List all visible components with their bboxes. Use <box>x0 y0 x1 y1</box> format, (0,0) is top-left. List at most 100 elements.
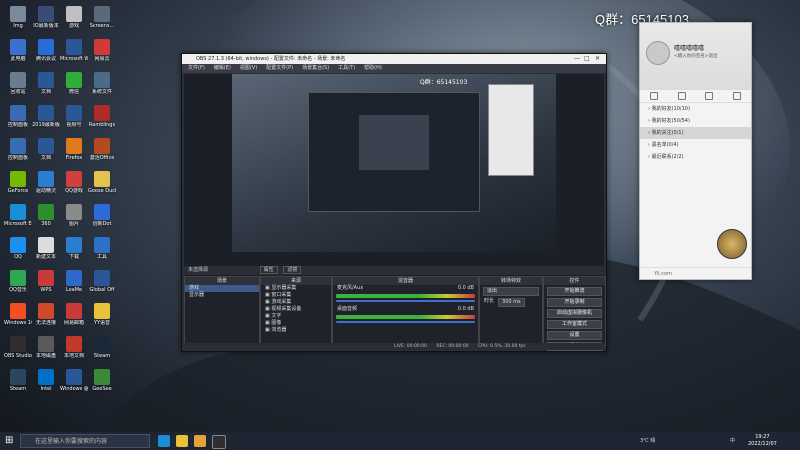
desktop-icon[interactable]: Steam <box>88 336 116 359</box>
desktop-icon[interactable]: 新建文本 <box>32 237 60 260</box>
desktop-icon[interactable]: 文档 <box>32 138 60 161</box>
qq-bottom-bar[interactable]: Yii.com <box>640 267 751 279</box>
qq-friend-group[interactable]: › 我的好友(10/10) <box>640 103 751 115</box>
desktop-icon[interactable]: 网易邮箱 <box>60 303 88 326</box>
desktop-icon[interactable]: 游戏 <box>60 6 88 29</box>
taskbar-search-input[interactable]: 在这里输入你要搜索的内容 <box>20 434 150 448</box>
transition-select[interactable]: 淡出 <box>483 287 539 296</box>
desktop-icon[interactable]: Intel <box>32 369 60 392</box>
desktop-icon[interactable]: LoaMe <box>60 270 88 293</box>
source-item[interactable]: ▣ 图像 <box>261 320 331 327</box>
volume-slider[interactable] <box>336 321 475 323</box>
contacts-tab-icon[interactable] <box>677 92 686 100</box>
desktop-icon[interactable]: 驱动精灵 <box>32 171 60 194</box>
volume-slider[interactable] <box>336 300 475 302</box>
desktop-icon[interactable]: Steam <box>4 369 32 392</box>
obs-menu-item[interactable]: 配置文件(P) <box>266 65 293 71</box>
desktop-icon[interactable]: 下载 <box>60 237 88 260</box>
source-item[interactable]: ▣ 显示器采集 <box>261 285 331 292</box>
source-item[interactable]: ▣ 浏览器 <box>261 327 331 334</box>
control-button[interactable]: 开始录制 <box>547 298 602 307</box>
obs-window[interactable]: OBS 27.1.3 (64-bit, windows) - 配置文件: 未命名… <box>181 53 607 352</box>
qq-friend-group[interactable]: › 我的好友(50/54) <box>640 115 751 127</box>
desktop-icon[interactable]: Microsoft Word <box>60 39 88 62</box>
desktop-icon[interactable]: Goose Duck <box>88 171 116 194</box>
desktop-icon[interactable]: 控制面板 <box>4 138 32 161</box>
desktop-icon[interactable]: GeeSee <box>88 369 116 392</box>
desktop-icon[interactable]: GeForce <box>4 171 32 194</box>
desktop-icon[interactable]: 360 <box>32 204 60 227</box>
desktop-icon[interactable]: Microsoft Edge <box>4 204 32 227</box>
desktop-icon[interactable]: 视频号 <box>60 105 88 128</box>
desktop-icon[interactable]: QQ <box>4 237 32 260</box>
desktop-icon[interactable]: Windows 10 <box>4 303 32 326</box>
desktop-icon[interactable]: 本地磁盘 <box>32 336 60 359</box>
obs-menu-item[interactable]: 工具(T) <box>338 65 355 71</box>
desktop-icon[interactable]: Screens... <box>88 6 116 29</box>
duration-input[interactable]: 300 ms <box>498 298 525 307</box>
desktop-icon[interactable]: WPS <box>32 270 60 293</box>
minimize-icon[interactable]: — <box>574 54 580 64</box>
chat-tab-icon[interactable] <box>649 92 658 100</box>
ime-indicator[interactable]: 中 <box>730 432 735 450</box>
source-item[interactable]: ▣ 文字 <box>261 313 331 320</box>
qq-friend-group[interactable]: › 黑名单(0/4) <box>640 139 751 151</box>
desktop-icon[interactable]: Firefox <box>60 138 88 161</box>
desktop-icon[interactable]: 微信 <box>60 72 88 95</box>
scene-item[interactable]: 游戏 <box>185 285 259 292</box>
control-button[interactable]: 工作室模式 <box>547 320 602 329</box>
desktop-icon[interactable]: 无法连接 <box>32 303 60 326</box>
desktop-icon[interactable]: Ramblings <box>88 105 116 128</box>
desktop-icon[interactable]: Global Off <box>88 270 116 293</box>
obs-menu-item[interactable]: 编辑(E) <box>214 65 231 71</box>
desktop-icon[interactable]: Img <box>4 6 32 29</box>
clock[interactable]: 19:27 2022/12/07 <box>748 434 777 448</box>
source-item[interactable]: ▣ 游戏采集 <box>261 299 331 306</box>
desktop-icon[interactable]: 腾讯会议 <box>32 39 60 62</box>
desktop-icon[interactable]: 文档 <box>32 72 60 95</box>
qq-friend-group[interactable]: › 我的关注(0/1) <box>640 127 751 139</box>
control-button[interactable]: 开始推流 <box>547 287 602 296</box>
obs-menu-item[interactable]: 文件(F) <box>188 65 205 71</box>
source-item[interactable]: ▣ 视频采集设备 <box>261 306 331 313</box>
desktop-icon[interactable]: 2019最新版 <box>32 105 60 128</box>
groups-tab-icon[interactable] <box>705 92 714 100</box>
desktop-icon[interactable]: 网易云 <box>88 39 116 62</box>
desktop-icon[interactable]: 创新Dot <box>88 204 116 227</box>
windows-start-icon[interactable]: ⊞ <box>5 436 15 446</box>
obs-title-bar[interactable]: OBS 27.1.3 (64-bit, windows) - 配置文件: 未命名… <box>182 54 606 64</box>
qq-signature[interactable]: <输入你的签名>退出 <box>674 53 718 59</box>
qq-floating-badge-icon[interactable] <box>717 229 747 259</box>
close-icon[interactable]: ✕ <box>595 54 600 64</box>
desktop-icon[interactable]: 本地文档 <box>60 336 88 359</box>
desktop-icon[interactable]: YY语音 <box>88 303 116 326</box>
obs-menu-item[interactable]: 场景集合(S) <box>302 65 329 71</box>
desktop-icon[interactable]: 回收站 <box>4 72 32 95</box>
desktop-icon[interactable]: 此电脑 <box>4 39 32 62</box>
app-icon[interactable] <box>194 435 206 447</box>
desktop-icon[interactable]: 激活Office <box>88 138 116 161</box>
desktop-icon[interactable]: 系统文件 <box>88 72 116 95</box>
obs-taskbar-icon[interactable] <box>212 435 226 449</box>
properties-button[interactable]: 属性 <box>259 266 278 274</box>
control-button[interactable]: 启动虚拟摄像机 <box>547 309 602 318</box>
desktop-icon[interactable]: IO最新版本 <box>32 6 60 29</box>
source-item[interactable]: ▣ 窗口采集 <box>261 292 331 299</box>
avatar[interactable] <box>646 41 670 65</box>
desktop-icon[interactable]: 图片 <box>60 204 88 227</box>
desktop-icon[interactable]: QQ音乐 <box>4 270 32 293</box>
qq-friend-group[interactable]: › 最近联系(2/2) <box>640 151 751 163</box>
weather-status[interactable]: 3℃ 晴 <box>640 432 655 450</box>
control-button[interactable]: 设置 <box>547 331 602 340</box>
file-explorer-icon[interactable] <box>176 435 188 447</box>
desktop-icon[interactable]: QQ游戏 <box>60 171 88 194</box>
obs-menu-item[interactable]: 视图(V) <box>240 65 257 71</box>
edge-icon[interactable] <box>158 435 170 447</box>
obs-menu-item[interactable]: 帮助(H) <box>364 65 382 71</box>
qq-nickname[interactable]: 嘻嘻嘻嘻嘻 <box>674 43 704 52</box>
desktop-icon[interactable]: 控制面板 <box>4 105 32 128</box>
maximize-icon[interactable]: □ <box>584 54 590 64</box>
apps-tab-icon[interactable] <box>733 92 742 100</box>
desktop-icon[interactable]: 工具 <box>88 237 116 260</box>
filters-button[interactable]: 滤镜 <box>283 266 302 274</box>
